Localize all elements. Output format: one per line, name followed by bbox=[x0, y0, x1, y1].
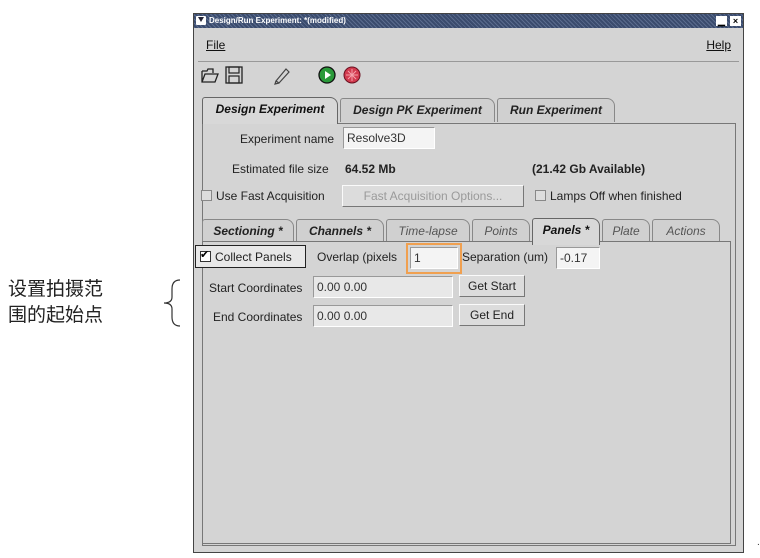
lamps-off-label: Lamps Off when finished bbox=[550, 189, 682, 203]
tab-time-lapse[interactable]: Time-lapse bbox=[386, 219, 470, 243]
save-icon[interactable] bbox=[224, 65, 244, 85]
fast-acquisition-checkbox-box[interactable] bbox=[201, 190, 212, 201]
open-icon[interactable] bbox=[200, 65, 220, 85]
available-space: (21.42 Gb Available) bbox=[532, 162, 646, 176]
tab-channels[interactable]: Channels * bbox=[296, 219, 384, 243]
toolbar bbox=[197, 61, 497, 91]
menu-help[interactable]: Help bbox=[706, 38, 731, 52]
file-size-value: 64.52 Mb bbox=[345, 162, 396, 176]
lamps-off-checkbox-box[interactable] bbox=[535, 190, 546, 201]
separation-label: Separation (um) bbox=[462, 250, 549, 264]
window-title: Design/Run Experiment: *(modified) bbox=[209, 16, 346, 25]
file-size-label: Estimated file size bbox=[232, 162, 329, 176]
tab-run-experiment[interactable]: Run Experiment bbox=[497, 98, 615, 122]
tab-design-pk-experiment[interactable]: Design PK Experiment bbox=[340, 98, 495, 122]
annotation-brace bbox=[163, 279, 181, 327]
lamps-off-checkbox[interactable]: Lamps Off when finished bbox=[535, 189, 682, 203]
tab-points[interactable]: Points bbox=[472, 219, 530, 243]
get-end-button[interactable]: Get End bbox=[459, 304, 525, 326]
start-coordinates-label: Start Coordinates bbox=[209, 281, 303, 295]
collect-panels-toggle[interactable]: Collect Panels bbox=[195, 245, 306, 268]
window-menu-button[interactable] bbox=[196, 16, 206, 25]
tab-actions[interactable]: Actions bbox=[652, 219, 720, 243]
collect-panels-checkbox[interactable]: Collect Panels bbox=[200, 248, 292, 264]
end-coordinates-label: End Coordinates bbox=[213, 310, 303, 324]
tab-sectioning[interactable]: Sectioning * bbox=[202, 219, 294, 243]
minimize-button[interactable]: ▁ bbox=[716, 16, 727, 26]
menu-file[interactable]: File bbox=[206, 38, 225, 52]
separation-input[interactable]: -0.17 bbox=[556, 247, 600, 269]
tab-panels[interactable]: Panels * bbox=[532, 218, 600, 245]
tab-design-experiment[interactable]: Design Experiment bbox=[202, 97, 338, 124]
start-coordinates-input[interactable]: 0.00 0.00 bbox=[313, 276, 453, 298]
experiment-name-input[interactable]: Resolve3D bbox=[343, 127, 435, 149]
overlap-label: Overlap (pixels bbox=[317, 250, 398, 264]
fast-acquisition-label: Use Fast Acquisition bbox=[216, 189, 325, 203]
annotation-text: 设置拍摄范 围的起始点 bbox=[8, 276, 138, 328]
fast-acquisition-options-button[interactable]: Fast Acquisition Options... bbox=[342, 185, 524, 207]
annotation-line-2: 围的起始点 bbox=[8, 304, 104, 326]
end-coordinates-input[interactable]: 0.00 0.00 bbox=[313, 305, 453, 327]
collect-panels-label: Collect Panels bbox=[215, 250, 292, 264]
close-button[interactable]: × bbox=[730, 16, 741, 26]
overlap-highlight-box bbox=[406, 243, 462, 274]
title-bar[interactable]: Design/Run Experiment: *(modified) ▁ × bbox=[194, 14, 743, 28]
menu-bar: File Help bbox=[194, 31, 743, 62]
annotation-line-1: 设置拍摄范 bbox=[8, 278, 104, 300]
fast-acquisition-checkbox[interactable]: Use Fast Acquisition bbox=[201, 189, 325, 203]
experiment-name-label: Experiment name bbox=[240, 132, 335, 146]
edit-icon[interactable] bbox=[272, 65, 292, 85]
get-start-button[interactable]: Get Start bbox=[459, 275, 525, 297]
stop-icon[interactable] bbox=[342, 65, 362, 85]
tab-plate[interactable]: Plate bbox=[602, 219, 650, 243]
trailing-mark: . bbox=[757, 537, 760, 548]
run-icon[interactable] bbox=[317, 65, 337, 85]
collect-panels-checkbox-box[interactable] bbox=[200, 248, 211, 262]
